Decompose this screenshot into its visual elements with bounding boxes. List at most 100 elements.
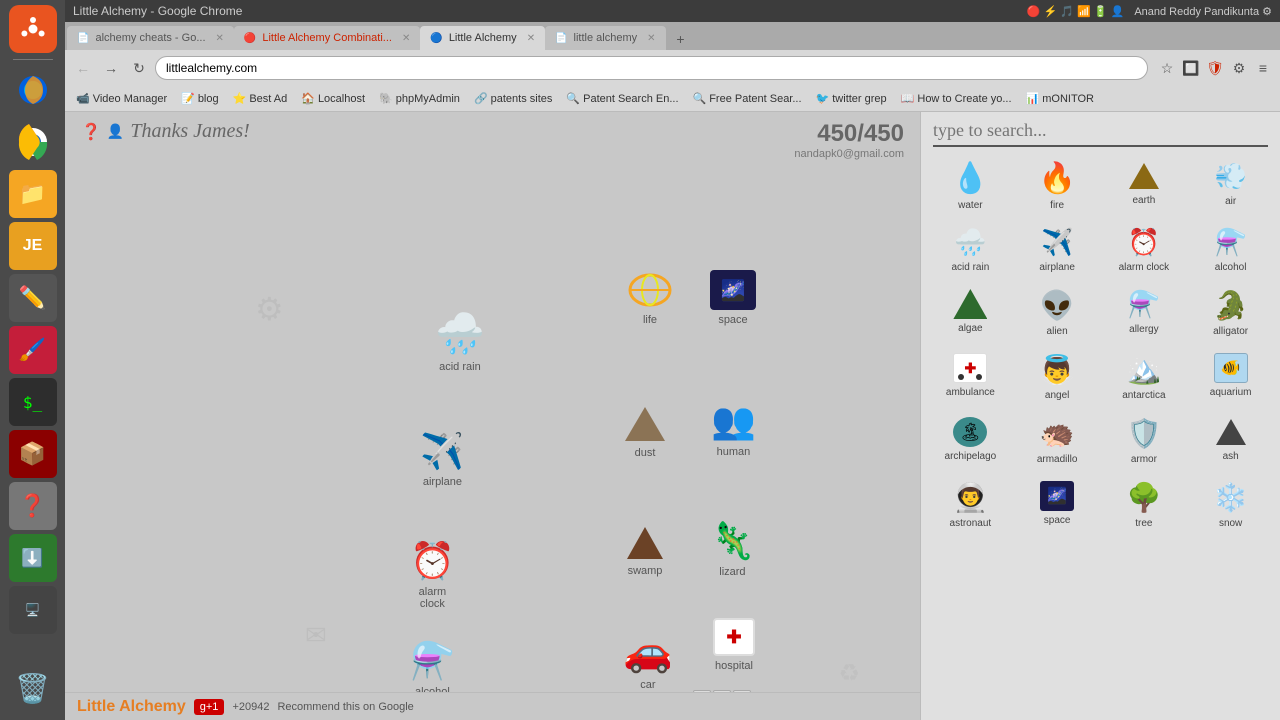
address-bar[interactable] <box>155 56 1148 80</box>
tab2-close[interactable]: ✕ <box>402 33 410 44</box>
taskbar-ubuntu[interactable] <box>9 5 57 53</box>
bookmark-free-patent[interactable]: 🔍 Free Patent Sear... <box>688 91 807 106</box>
element-armadillo[interactable]: 🦔 armadillo <box>1016 411 1099 471</box>
bookmark-monitor[interactable]: 📊 mONITOR <box>1021 91 1099 106</box>
new-tab-button[interactable]: + <box>670 28 692 50</box>
game-item-airplane[interactable]: ✈️ airplane <box>420 430 465 488</box>
game-item-lizard[interactable]: 🦎 lizard <box>710 520 755 578</box>
bookmark-video-manager[interactable]: 📹 Video Manager <box>71 91 172 106</box>
element-antarctica[interactable]: 🏔️ antarctica <box>1103 347 1186 407</box>
element-algae[interactable]: algae <box>929 283 1012 343</box>
tree-label: tree <box>1135 518 1152 529</box>
bookmark-best-ad[interactable]: ⭐ Best Ad <box>228 91 293 106</box>
swamp-svg-icon <box>623 525 667 561</box>
localhost-icon: 🏠 <box>301 92 315 105</box>
alcohol-panel-icon: ⚗️ <box>1214 227 1246 258</box>
chrome-menu-icon[interactable]: ≡ <box>1252 57 1274 79</box>
tab3-close[interactable]: ✕ <box>527 33 535 44</box>
how-to-icon: 📖 <box>901 92 915 105</box>
reload-button[interactable]: ↻ <box>127 56 151 80</box>
taskbar-terminal[interactable]: $_ <box>9 378 57 426</box>
element-alligator[interactable]: 🐊 alligator <box>1189 283 1272 343</box>
element-angel[interactable]: 👼 angel <box>1016 347 1099 407</box>
element-space2[interactable]: 🌌 space <box>1016 475 1099 535</box>
forward-button[interactable]: → <box>99 56 123 80</box>
back-button[interactable]: ← <box>71 56 95 80</box>
element-earth[interactable]: earth <box>1103 155 1186 217</box>
title-systray: 🔴 ⚡ 🎵 📶 🔋 👤 <box>1027 5 1124 18</box>
fire-label: fire <box>1050 200 1064 211</box>
chrome-settings-icon[interactable]: ⚙ <box>1228 57 1250 79</box>
bookmark-localhost[interactable]: 🏠 Localhost <box>296 91 370 106</box>
game-item-hospital[interactable]: ✚ hospital <box>713 618 755 672</box>
tab-3[interactable]: 🔵 Little Alchemy ✕ <box>420 26 545 50</box>
game-item-human1[interactable]: 👥 human <box>711 400 756 458</box>
bookmark-star-icon[interactable]: ☆ <box>1156 57 1178 79</box>
element-alcohol[interactable]: ⚗️ alcohol <box>1189 221 1272 279</box>
element-archipelago[interactable]: 🏝 archipelago <box>929 411 1012 471</box>
element-alien[interactable]: 👽 alien <box>1016 283 1099 343</box>
element-snow[interactable]: ❄️ snow <box>1189 475 1272 535</box>
antarctica-label: antarctica <box>1122 390 1165 401</box>
tab-4[interactable]: 📄 little alchemy ✕ <box>545 26 665 50</box>
bookmark-patent-search[interactable]: 🔍 Patent Search En... <box>561 91 683 106</box>
taskbar-firefox[interactable] <box>9 66 57 114</box>
tab1-close[interactable]: ✕ <box>216 33 224 44</box>
taskbar-files[interactable]: 📁 <box>9 170 57 218</box>
element-allergy[interactable]: ⚗️ allergy <box>1103 283 1186 343</box>
bookmarks-bar: 📹 Video Manager 📝 blog ⭐ Best Ad 🏠 Local… <box>65 86 1280 112</box>
bookmark-phpmyadmin[interactable]: 🐘 phpMyAdmin <box>374 91 465 106</box>
game-item-acid-rain[interactable]: 🌧️ acid rain <box>435 310 485 373</box>
bookmark-how-to[interactable]: 📖 How to Create yo... <box>896 91 1017 106</box>
title-bar: Little Alchemy - Google Chrome 🔴 ⚡ 🎵 📶 🔋… <box>65 0 1280 22</box>
adblock-icon[interactable]: 🛡 <box>1204 57 1226 79</box>
taskbar-text-editor[interactable]: ✏️ <box>9 274 57 322</box>
taskbar-je[interactable]: JE <box>9 222 57 270</box>
search-input[interactable] <box>933 120 1268 141</box>
taskbar-help[interactable]: ❓ <box>9 482 57 530</box>
element-armor[interactable]: 🛡️ armor <box>1103 411 1186 471</box>
aquarium-icon: 🐠 <box>1214 353 1248 383</box>
taskbar-gimp[interactable]: 🖌️ <box>9 326 57 374</box>
game-item-alarm-clock[interactable]: ⏰ alarmclock <box>410 540 455 610</box>
tab-2[interactable]: 🔴 Little Alchemy Combinati... ✕ <box>234 26 420 50</box>
element-tree[interactable]: 🌳 tree <box>1103 475 1186 535</box>
element-acid-rain[interactable]: 🌧️ acid rain <box>929 221 1012 279</box>
title-user: Anand Reddy Pandikunta ⚙ <box>1134 5 1272 18</box>
element-ambulance[interactable]: ✚ ambulance <box>929 347 1012 407</box>
game-item-dust[interactable]: dust <box>623 405 667 459</box>
taskbar-install[interactable]: 📦 <box>9 430 57 478</box>
element-astronaut[interactable]: 👨‍🚀 astronaut <box>929 475 1012 535</box>
chrome-frame-icon[interactable]: 🔲 <box>1180 57 1202 79</box>
footer-gplus[interactable]: g+1 <box>194 699 225 715</box>
element-water[interactable]: 💧 water <box>929 155 1012 217</box>
game-item-swamp[interactable]: swamp <box>623 525 667 577</box>
taskbar-downloader[interactable]: ⬇️ <box>9 534 57 582</box>
hospital-label: hospital <box>715 660 753 672</box>
airplane-panel-label: airplane <box>1039 262 1075 273</box>
tab4-close[interactable]: ✕ <box>647 33 655 44</box>
bookmark-patents[interactable]: 🔗 patents sites <box>469 91 557 106</box>
content-area: ❓ 👤 Thanks James! 450/450 nandapk0@gmail… <box>65 112 1280 720</box>
taskbar-screen[interactable]: 🖥️ <box>9 586 57 634</box>
game-item-life[interactable]: life <box>625 270 675 326</box>
help-icon[interactable]: ❓ <box>81 122 101 142</box>
water-label: water <box>958 200 982 211</box>
game-item-car[interactable]: 🚗 car <box>623 628 673 691</box>
bookmark-blog[interactable]: 📝 blog <box>176 91 224 106</box>
element-ash[interactable]: ash <box>1189 411 1272 471</box>
tab-1[interactable]: 📄 alchemy cheats - Go... ✕ <box>67 26 234 50</box>
element-aquarium[interactable]: 🐠 aquarium <box>1189 347 1272 407</box>
element-airplane[interactable]: ✈️ airplane <box>1016 221 1099 279</box>
blog-icon: 📝 <box>181 92 195 105</box>
element-fire[interactable]: 🔥 fire <box>1016 155 1099 217</box>
game-item-alcohol[interactable]: ⚗️ alcohol <box>410 640 455 698</box>
taskbar-chrome[interactable] <box>9 118 57 166</box>
bookmark-twitter[interactable]: 🐦 twitter grep <box>811 91 892 106</box>
game-item-space[interactable]: 🌌 space <box>710 270 756 326</box>
element-air[interactable]: 💨 air <box>1189 155 1272 217</box>
element-alarm-clock[interactable]: ⏰ alarm clock <box>1103 221 1186 279</box>
person-icon: 👤 <box>107 123 124 140</box>
human1-icon: 👥 <box>711 400 756 442</box>
taskbar-trash[interactable]: 🗑️ <box>9 664 57 712</box>
